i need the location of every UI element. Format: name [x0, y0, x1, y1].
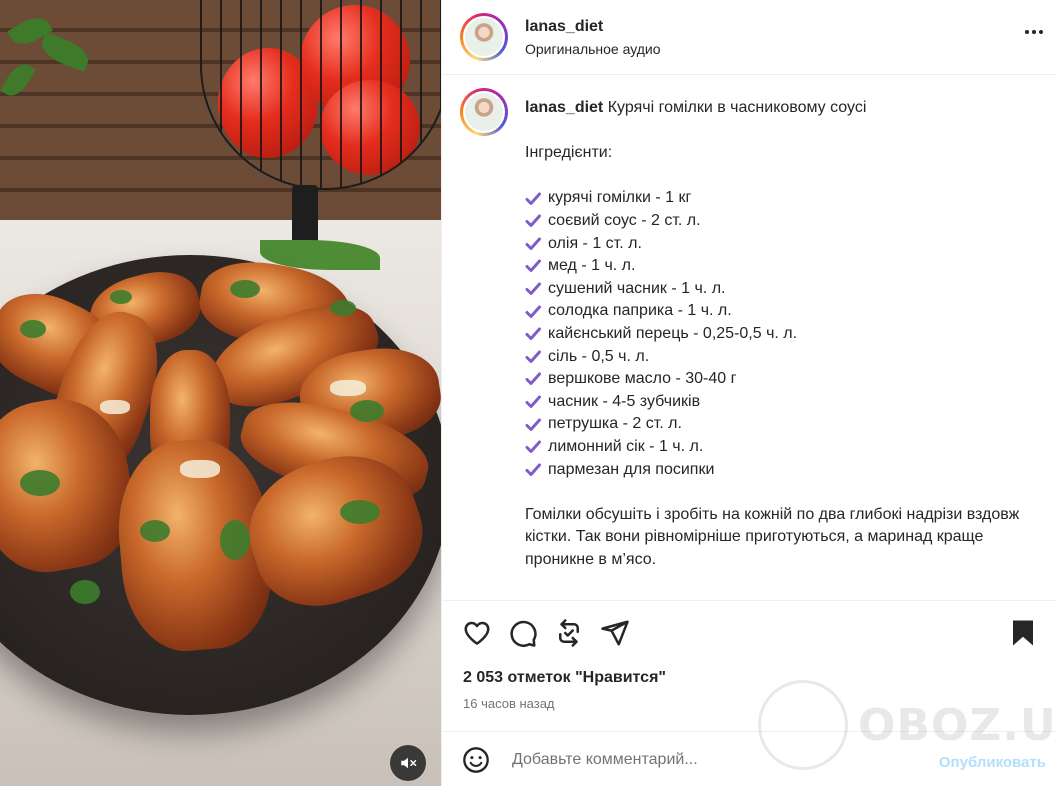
parsley-sauce [220, 520, 250, 560]
emoji-icon[interactable] [462, 746, 490, 774]
caption-paragraph: Гомілки обсушіть і зробіть на кожній по … [525, 505, 1020, 568]
repost-icon[interactable] [554, 618, 584, 648]
post-timestamp[interactable]: 16 часов назад [463, 696, 555, 711]
check-mark-icon [525, 372, 541, 386]
check-mark-icon [525, 192, 541, 205]
grated-parmesan [100, 400, 130, 414]
caption-username[interactable]: lanas_diet [525, 99, 603, 116]
check-mark-icon [525, 327, 541, 341]
parsley-sauce [230, 280, 260, 298]
ingredient-item: вершкове масло - 30-40 г [525, 368, 1025, 391]
post-video[interactable] [0, 0, 441, 786]
parsley-sauce [330, 300, 356, 316]
parsley-sauce [110, 290, 132, 304]
ingredient-item: кайєнський перець - 0,25-0,5 ч. л. [525, 323, 1025, 346]
likes-count[interactable]: 2 053 отметок "Нравится" [463, 669, 666, 687]
check-mark-icon [525, 237, 541, 250]
paper-plane-icon[interactable] [600, 618, 630, 648]
heart-icon[interactable] [462, 618, 492, 648]
bookmark-icon[interactable] [1008, 618, 1038, 648]
ingredient-item: мед - 1 ч. л. [525, 255, 1025, 278]
grated-parmesan [330, 380, 366, 396]
ingredient-item: курячі гомілки - 1 кг [525, 187, 1025, 210]
ingredient-item: солодка паприка - 1 ч. л. [525, 300, 1025, 323]
avatar-image [463, 91, 505, 133]
ingredient-item: петрушка - 2 ст. л. [525, 413, 1025, 436]
more-options-icon[interactable] [1018, 20, 1050, 44]
ingredient-text: петрушка - 2 ст. л. [548, 415, 682, 433]
parsley-sauce [20, 470, 60, 496]
ingredient-item: лимонний сік - 1 ч. л. [525, 436, 1025, 459]
check-mark-icon [525, 214, 541, 228]
caption-avatar[interactable] [460, 88, 508, 136]
publish-button[interactable]: Опубликовать [939, 754, 1046, 771]
check-mark-icon [525, 463, 541, 476]
header-text: lanas_diet Оригинальное аудио [525, 16, 661, 59]
ingredient-text: кайєнський перець - 0,25-0,5 ч. л. [548, 324, 798, 342]
avatar-image [463, 16, 505, 58]
ingredient-text: лимонний сік - 1 ч. л. [548, 437, 704, 455]
check-mark-icon [525, 395, 541, 409]
ingredient-item: олія - 1 ст. л. [525, 233, 1025, 256]
check-mark-icon [525, 418, 541, 431]
post-details-panel: lanas_diet Оригинальное аудио lanas_diet… [441, 0, 1056, 786]
action-bar [442, 600, 1056, 670]
ingredients-list: курячі гомілки - 1 кг соєвий соус - 2 ст.… [525, 187, 1025, 481]
ingredient-text: часник - 4-5 зубчиків [548, 392, 701, 410]
parsley-sauce [140, 520, 170, 542]
ingredient-text: вершкове масло - 30-40 г [548, 370, 737, 388]
mute-button[interactable] [390, 745, 426, 781]
ingredient-text: олія - 1 ст. л. [548, 234, 642, 252]
ingredient-text: курячі гомілки - 1 кг [548, 189, 692, 207]
grated-parmesan [180, 460, 220, 478]
comment-input[interactable] [512, 748, 842, 772]
ingredient-item: часник - 4-5 зубчиків [525, 391, 1025, 414]
ingredient-text: мед - 1 ч. л. [548, 257, 636, 275]
parsley-sauce [340, 500, 380, 524]
comment-bubble-icon[interactable] [508, 618, 538, 648]
parsley-sauce [20, 320, 46, 338]
caption-title-line: lanas_diet Курячі гомілки в часниковому … [525, 97, 1025, 120]
speaker-muted-icon [401, 757, 417, 769]
post-header: lanas_diet Оригинальное аудио [442, 0, 1056, 75]
parsley-sauce [70, 580, 100, 604]
ingredient-item: пармезан для посипки [525, 459, 1025, 482]
post-viewer: lanas_diet Оригинальное аудио lanas_diet… [0, 0, 1056, 786]
check-mark-icon [525, 440, 541, 454]
caption-body: lanas_diet Курячі гомілки в часниковому … [525, 88, 1025, 598]
caption-title: Курячі гомілки в часниковому соусі [607, 99, 867, 116]
ingredient-text: сіль - 0,5 ч. л. [548, 347, 650, 365]
ingredient-text: соєвий соус - 2 ст. л. [548, 211, 701, 229]
ingredient-text: сушений часник - 1 ч. л. [548, 279, 726, 297]
check-mark-icon [525, 259, 541, 273]
author-avatar[interactable] [460, 13, 508, 61]
check-mark-icon [525, 282, 541, 296]
check-mark-icon [525, 350, 541, 363]
check-mark-icon [525, 305, 541, 318]
ingredient-item: сіль - 0,5 ч. л. [525, 346, 1025, 369]
author-username[interactable]: lanas_diet [525, 16, 661, 37]
parsley-sauce [350, 400, 384, 422]
ingredient-item: соєвий соус - 2 ст. л. [525, 210, 1025, 233]
caption-overflow-line [525, 594, 1025, 598]
post-caption: lanas_diet Курячі гомілки в часниковому … [442, 76, 1056, 598]
ingredients-heading: Інгредієнти: [525, 144, 613, 162]
ingredient-item: сушений часник - 1 ч. л. [525, 278, 1025, 301]
caption-row: lanas_diet Курячі гомілки в часниковому … [460, 88, 1038, 598]
comment-bar: Опубликовать [442, 731, 1056, 786]
ingredient-text: солодка паприка - 1 ч. л. [548, 302, 732, 320]
ingredient-text: пармезан для посипки [548, 460, 715, 478]
audio-label[interactable]: Оригинальное аудио [525, 39, 661, 59]
